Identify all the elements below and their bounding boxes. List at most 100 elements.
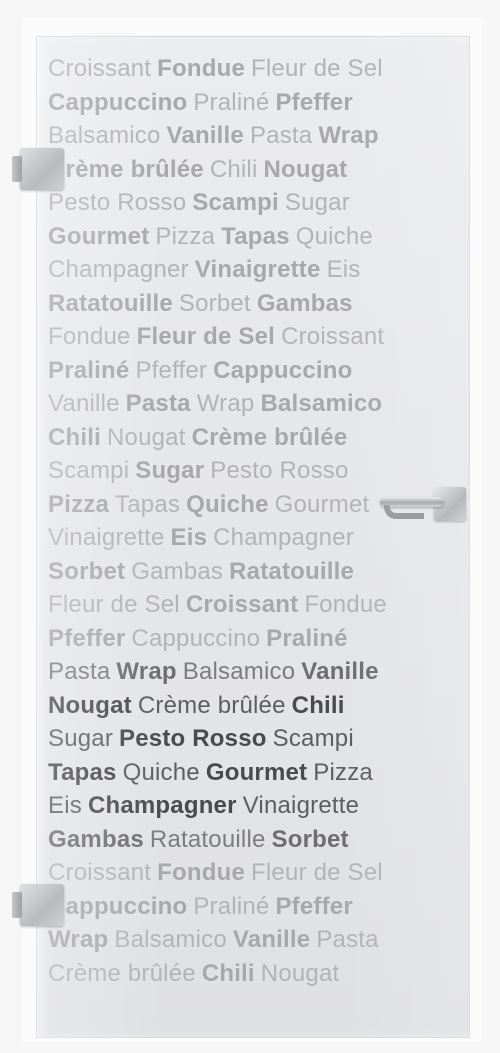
etched-word: Fondue [157, 55, 246, 82]
top-hinge [12, 148, 64, 190]
etched-word: Balsamico [48, 122, 161, 149]
etched-text-line: Vanille Pasta Wrap Balsamico [48, 387, 458, 421]
etched-word: Tapas [115, 490, 181, 518]
etched-word: Ratatouille [149, 825, 266, 853]
etched-text-line: Ratatouille Sorbet Gambas [48, 287, 458, 321]
etched-word: Quiche [186, 490, 269, 518]
etched-text-line: Gourmet Pizza Tapas Quiche [48, 220, 458, 254]
etched-word: Gambas [131, 557, 224, 585]
etched-word: Croissant [48, 55, 152, 82]
etched-word: Croissant [281, 323, 385, 350]
etched-word: Sugar [284, 189, 350, 216]
etched-word: Cappuccino [131, 624, 261, 652]
etched-word: Fleur de Sel [48, 591, 180, 618]
etched-word: Chili [291, 691, 345, 719]
etched-word: Sorbet [271, 825, 349, 853]
etched-word: Pesto Rosso [48, 189, 187, 216]
etched-word: Pasta [249, 122, 313, 149]
etched-word: Pesto Rosso [210, 457, 349, 484]
etched-word: Vinaigrette [194, 256, 321, 283]
etched-text-line: Tapas Quiche Gourmet Pizza [48, 756, 458, 790]
etched-word: Champagner [87, 792, 237, 819]
etched-word: Quiche [122, 758, 200, 786]
etched-text-line: Praliné Pfeffer Cappuccino [48, 354, 458, 388]
etched-word: Pizza [313, 758, 373, 786]
glass-door-scene: Croissant Fondue Fleur de Sel Cappuccino Pra… [0, 0, 500, 1053]
etched-text-line: Crème brûlée Chili Nougat [48, 957, 458, 991]
etched-word: Balsamico [260, 390, 383, 417]
etched-word: Fleur de Sel [136, 323, 276, 350]
etched-word: Pizza [155, 222, 216, 250]
etched-word: Cappuccino [48, 88, 188, 116]
etched-word: Vinaigrette [48, 524, 165, 551]
etched-text-line: Wrap Balsamico Vanille Pasta [48, 923, 458, 957]
etched-word: Nougat [260, 959, 340, 987]
etched-word: Sorbet [48, 557, 126, 585]
etched-text-line: Pfeffer Cappuccino Praliné [48, 622, 458, 656]
door-handle-grip[interactable] [384, 505, 424, 519]
etched-word: Crème brûlée [48, 155, 204, 183]
etched-word: Champagner [213, 524, 354, 551]
etched-word: Praliné [48, 356, 130, 384]
etched-word: Pasta [48, 658, 111, 685]
etched-word: Chili [209, 155, 258, 183]
etched-word: Eis [326, 256, 361, 283]
etched-word: Sugar [135, 457, 205, 484]
etched-word: Praliné [193, 892, 270, 920]
etched-text-line: Vinaigrette Eis Champagner [48, 521, 458, 555]
etched-word: Crème brûlée [191, 423, 348, 451]
etched-word: Fondue [157, 859, 246, 886]
etched-word: Sugar [48, 725, 114, 752]
etched-word: Ratatouille [229, 557, 355, 585]
etched-word: Gourmet [48, 222, 150, 250]
etched-word: Gambas [48, 825, 144, 853]
etched-word: Gourmet [274, 490, 370, 518]
etched-word: Nougat [48, 691, 132, 719]
etched-word: Nougat [263, 155, 348, 183]
etched-word: Croissant [185, 591, 299, 618]
etched-text-line: Scampi Sugar Pesto Rosso [48, 454, 458, 488]
etched-word: Pfeffer [135, 356, 208, 384]
etched-text-line: Cappuccino Praliné Pfeffer [48, 890, 458, 924]
etched-text-line: Croissant Fondue Fleur de Sel [48, 52, 458, 86]
etched-word: Chili [201, 959, 255, 987]
etched-text-line: Chili Nougat Crème brûlée [48, 421, 458, 455]
etched-word: Pfeffer [48, 624, 126, 652]
etched-word: Scampi [272, 725, 354, 752]
etched-word: Pesto Rosso [119, 725, 267, 752]
etched-word: Cappuccino [48, 892, 188, 920]
etched-text-line: Nougat Crème brûlée Chili [48, 689, 458, 723]
etched-text-line: Gambas Ratatouille Sorbet [48, 823, 458, 857]
etched-word: Balsamico [114, 926, 227, 953]
etched-text-line: Balsamico Vanille Pasta Wrap [48, 119, 458, 153]
etched-word: Praliné [193, 88, 270, 116]
etched-word: Tapas [221, 222, 290, 250]
etched-text-line: Eis Champagner Vinaigrette [48, 789, 458, 823]
etched-word: Scampi [192, 189, 279, 216]
etched-text-line: Champagner Vinaigrette Eis [48, 253, 458, 287]
etched-text-line: Sorbet Gambas Ratatouille [48, 555, 458, 589]
etched-word: Vanille [166, 122, 244, 149]
etched-word: Fondue [48, 323, 131, 350]
etched-word: Pasta [316, 926, 379, 953]
etched-word: Wrap [318, 122, 379, 149]
etched-text-line: Croissant Fondue Fleur de Sel [48, 856, 458, 890]
etched-word: Pasta [125, 390, 191, 417]
etched-text-line: Pesto Rosso Scampi Sugar [48, 186, 458, 220]
etched-text-line: Sugar Pesto Rosso Scampi [48, 722, 458, 756]
etched-word: Fleur de Sel [251, 55, 383, 82]
etched-word: Crème brûlée [137, 691, 286, 719]
etched-word: Pfeffer [275, 88, 353, 116]
etched-word: Nougat [107, 423, 186, 451]
etched-word: Gambas [256, 289, 353, 317]
etched-word: Ratatouille [48, 289, 173, 317]
etched-word: Eis [170, 524, 208, 551]
etched-word: Tapas [48, 758, 117, 786]
etched-text-line: Fleur de Sel Croissant Fondue [48, 588, 458, 622]
etched-word: Vanille [232, 926, 311, 953]
etched-word: Sorbet [178, 289, 251, 317]
etched-word: Crème brûlée [48, 959, 196, 987]
etched-word: Gourmet [205, 758, 308, 786]
etched-word: Balsamico [182, 658, 296, 685]
etched-word: Vanille [48, 390, 120, 417]
